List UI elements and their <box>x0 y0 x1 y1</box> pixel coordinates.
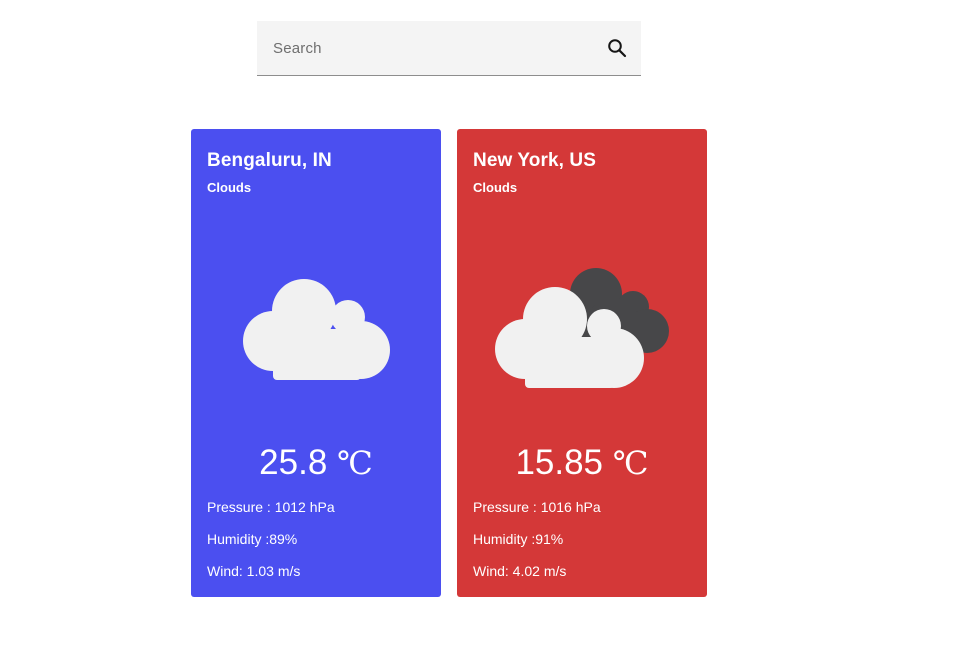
city-name: Bengaluru, IN <box>207 150 332 171</box>
wind-stat: Wind: 4.02 m/s <box>473 563 567 579</box>
weather-condition: Clouds <box>473 180 518 195</box>
weather-condition: Clouds <box>207 180 252 195</box>
cloud-icon <box>243 279 390 380</box>
weather-page: Bengaluru, IN Clouds 25.8 ℃ Pressure : 1… <box>0 0 962 657</box>
humidity-stat: Humidity :89% <box>207 531 298 547</box>
temperature-unit: ℃ <box>612 444 649 482</box>
weather-card-new-york: New York, US Clouds 15.85 ℃ Pressure : 1… <box>457 129 707 597</box>
temperature: 25.8 ℃ <box>191 443 441 483</box>
temperature-unit: ℃ <box>337 444 373 482</box>
pressure-stat: Pressure : 1012 hPa <box>207 499 335 515</box>
broken-clouds-icon <box>495 268 669 388</box>
weather-card-bengaluru: Bengaluru, IN Clouds 25.8 ℃ Pressure : 1… <box>191 129 441 597</box>
temperature-value: 25.8 <box>259 443 328 482</box>
wind-stat: Wind: 1.03 m/s <box>207 563 301 579</box>
search-bar <box>257 21 641 76</box>
temperature-value: 15.85 <box>515 443 604 482</box>
search-input[interactable] <box>257 21 593 75</box>
humidity-stat: Humidity :91% <box>473 531 564 547</box>
temperature: 15.85 ℃ <box>457 443 707 483</box>
city-name: New York, US <box>473 150 596 171</box>
pressure-stat: Pressure : 1016 hPa <box>473 499 601 515</box>
search-icon <box>608 39 627 58</box>
search-button[interactable] <box>593 21 641 76</box>
